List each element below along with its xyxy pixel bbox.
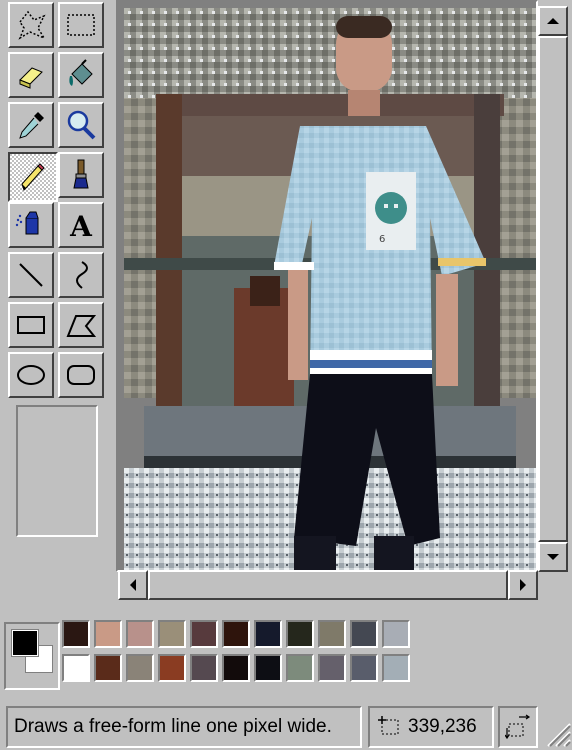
selection-size-panel xyxy=(498,706,538,748)
tool-pencil[interactable] xyxy=(8,152,58,202)
arrow-down-icon xyxy=(547,554,559,560)
palette-swatch[interactable] xyxy=(158,654,186,682)
magnifier-icon xyxy=(67,110,96,140)
tool-ellipse[interactable] xyxy=(8,352,54,398)
palette-swatch[interactable] xyxy=(350,620,378,648)
card-text: 6 xyxy=(379,234,385,245)
current-colors xyxy=(4,622,60,690)
palette-swatch[interactable] xyxy=(126,654,154,682)
tool-pick-color[interactable] xyxy=(8,102,54,148)
status-message: Draws a free-form line one pixel wide. xyxy=(14,716,332,737)
arrow-right-icon xyxy=(520,579,526,591)
palette-swatch[interactable] xyxy=(158,620,186,648)
tool-brush[interactable] xyxy=(58,152,104,198)
arrow-up-icon xyxy=(547,18,559,24)
cursor-position-panel: 339,236 xyxy=(368,706,494,748)
brush-icon xyxy=(73,159,89,189)
tool-fill-with-color[interactable] xyxy=(58,52,104,98)
tool-rounded-rectangle[interactable] xyxy=(58,352,104,398)
tool-rectangle[interactable] xyxy=(8,302,54,348)
tool-box: A xyxy=(0,0,112,600)
palette-swatch[interactable] xyxy=(222,654,250,682)
free-form-select-icon xyxy=(18,10,46,40)
tool-options-panel[interactable] xyxy=(16,405,98,537)
ellipse-icon xyxy=(17,365,45,385)
palette-swatch[interactable] xyxy=(382,620,410,648)
palette-swatch[interactable] xyxy=(94,620,122,648)
horizontal-scroll-thumb[interactable] xyxy=(148,570,508,600)
tool-eraser[interactable] xyxy=(8,52,54,98)
scroll-right-button[interactable] xyxy=(508,570,538,600)
palette-swatch[interactable] xyxy=(350,654,378,682)
airbrush-icon xyxy=(15,211,39,235)
arrow-left-icon xyxy=(130,579,136,591)
scroll-corner xyxy=(538,572,568,600)
horizontal-scrollbar[interactable] xyxy=(118,570,538,600)
color-palette xyxy=(0,610,572,696)
palette-swatch[interactable] xyxy=(126,620,154,648)
cursor-coordinates: 339,236 xyxy=(408,716,477,737)
drawing-canvas[interactable]: 6 xyxy=(124,8,536,572)
palette-swatch[interactable] xyxy=(318,620,346,648)
vertical-scrollbar[interactable] xyxy=(538,6,568,572)
tool-curve[interactable] xyxy=(58,252,104,298)
cursor-position-icon xyxy=(378,716,399,735)
rounded-rectangle-icon xyxy=(67,365,95,385)
scroll-down-button[interactable] xyxy=(538,542,568,572)
eraser-icon xyxy=(19,67,43,89)
canvas-pixel-photo: 6 xyxy=(124,8,536,572)
pencil-icon xyxy=(21,163,45,191)
scroll-left-button[interactable] xyxy=(118,570,148,600)
palette-swatch[interactable] xyxy=(254,654,282,682)
vertical-scroll-thumb[interactable] xyxy=(538,36,568,542)
palette-swatch[interactable] xyxy=(94,654,122,682)
palette-swatch[interactable] xyxy=(254,620,282,648)
tool-polygon[interactable] xyxy=(58,302,104,348)
palette-swatch[interactable] xyxy=(286,654,314,682)
palette-swatch[interactable] xyxy=(190,654,218,682)
line-icon xyxy=(19,263,43,287)
palette-swatch[interactable] xyxy=(286,620,314,648)
palette-swatch[interactable] xyxy=(190,620,218,648)
eyedropper-icon xyxy=(19,112,44,139)
status-message-panel: Draws a free-form line one pixel wide. xyxy=(6,706,362,748)
palette-swatch[interactable] xyxy=(318,654,346,682)
tool-free-form-select[interactable] xyxy=(8,2,54,48)
tool-airbrush[interactable] xyxy=(8,202,54,248)
tool-select[interactable] xyxy=(58,2,104,48)
tool-line[interactable] xyxy=(8,252,54,298)
palette-swatch[interactable] xyxy=(62,620,90,648)
rectangle-icon xyxy=(17,316,45,334)
selection-size-icon xyxy=(505,714,531,740)
svg-text:A: A xyxy=(69,210,93,242)
foreground-color-swatch[interactable] xyxy=(11,629,39,657)
palette-swatch[interactable] xyxy=(62,654,90,682)
status-bar: Draws a free-form line one pixel wide. 3… xyxy=(0,704,572,750)
palette-swatch[interactable] xyxy=(382,654,410,682)
scroll-up-button[interactable] xyxy=(538,6,568,36)
paint-bucket-icon xyxy=(69,59,93,86)
rectangle-select-icon xyxy=(67,14,95,36)
tool-text[interactable]: A xyxy=(58,202,104,248)
tool-magnifier[interactable] xyxy=(58,102,104,148)
resize-grip-icon[interactable] xyxy=(542,718,572,748)
palette-swatch[interactable] xyxy=(222,620,250,648)
curve-icon xyxy=(76,261,88,289)
polygon-icon xyxy=(66,315,97,337)
text-icon: A xyxy=(69,210,93,242)
